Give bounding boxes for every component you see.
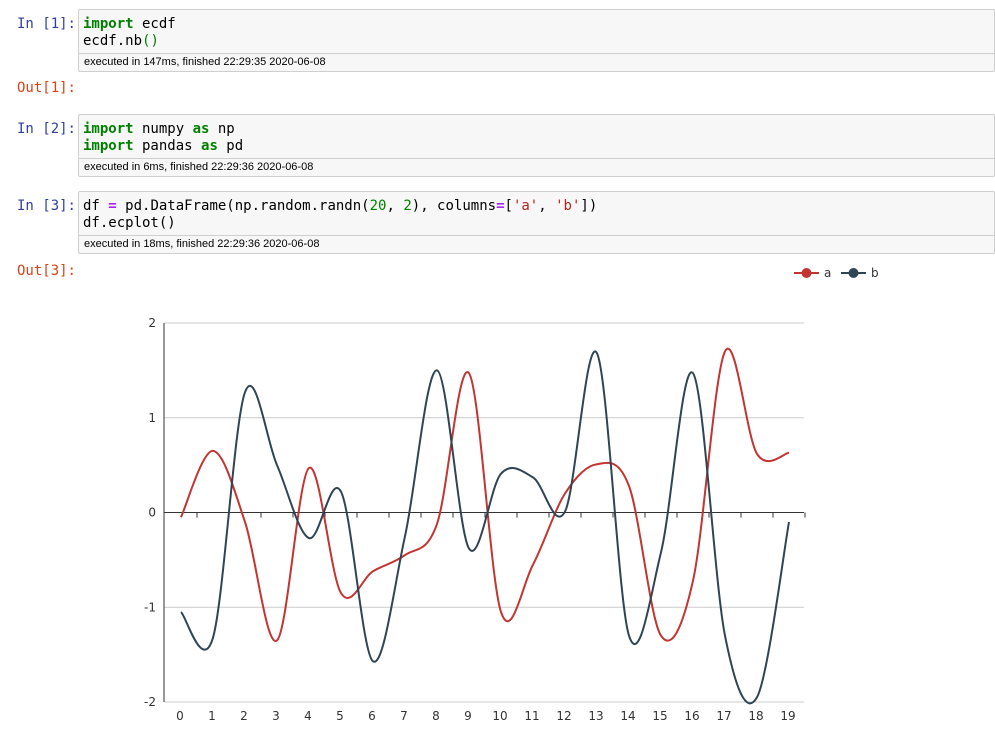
in-prompt-1: In [1]: [16, 16, 76, 32]
code-cell-3[interactable]: df = pd.DataFrame(np.random.randn(20, 2)… [78, 191, 995, 254]
code-cell-2[interactable]: import numpy as np import pandas as pd ex… [78, 114, 995, 177]
in-prompt-2: In [2]: [16, 121, 76, 137]
code-token: 'a' [512, 198, 539, 214]
code-token: ]) [580, 198, 598, 214]
y-tick-label: -2 [144, 695, 156, 709]
code-token: df [83, 198, 109, 214]
x-tick-label: 3 [272, 709, 280, 723]
x-tick-label: 8 [432, 709, 440, 723]
x-tick-label: 5 [336, 709, 344, 723]
code-token: () [142, 33, 159, 49]
x-tick-label: 12 [556, 709, 571, 723]
code-line: import ecdf [83, 16, 994, 33]
code-token: 20 [369, 198, 387, 214]
code-token: as [201, 138, 218, 154]
x-tick-label: 18 [748, 709, 763, 723]
x-tick-label: 16 [684, 709, 699, 723]
code-token: df.ecplot() [83, 215, 176, 231]
out-prompt-1: Out[1]: [16, 80, 76, 96]
x-tick-label: 4 [304, 709, 312, 723]
x-tick-label: 1 [208, 709, 216, 723]
series-line-b [180, 350, 790, 705]
code-line: df = pd.DataFrame(np.random.randn(20, 2)… [83, 198, 994, 215]
ecdf-line-chart: -2-10120 1 2 3 4 5 6 7 8 9 10 11 12 13 14 15 16 17 18 19 ab [144, 266, 879, 723]
x-tick-label: 17 [716, 709, 731, 723]
code-token: pandas [133, 138, 202, 154]
code-token: import [83, 138, 134, 154]
x-tick-label: 6 [368, 709, 376, 723]
code-line: import numpy as np [83, 121, 994, 138]
code-token: ), columns [411, 198, 497, 214]
execution-time-3: executed in 18ms, finished 22:29:36 2020… [79, 235, 994, 253]
x-tick-label: 15 [652, 709, 667, 723]
code-token: import [83, 121, 134, 137]
code-token: , [538, 198, 556, 214]
code-token: pd.DataFrame(np.random.randn( [116, 198, 370, 214]
y-tick-label: -1 [144, 600, 156, 614]
code-token: = [108, 198, 117, 214]
execution-time-2: executed in 6ms, finished 22:29:36 2020-… [79, 158, 994, 176]
x-tick-label: 14 [620, 709, 635, 723]
legend-label-a: a [824, 266, 831, 280]
code-token: ecdf.nb [83, 33, 143, 49]
x-tick-label: 19 [780, 709, 795, 723]
code-token: ecdf [133, 16, 176, 32]
code-editor-2[interactable]: import numpy as np import pandas as pd [79, 115, 994, 158]
code-editor-1[interactable]: import ecdf ecdf.nb() [79, 10, 994, 53]
y-tick-label: 0 [148, 506, 156, 520]
x-tick-label: 10 [492, 709, 507, 723]
x-tick-label: 11 [524, 709, 539, 723]
code-line: df.ecplot() [83, 215, 994, 232]
x-tick-label: 2 [240, 709, 248, 723]
code-editor-3[interactable]: df = pd.DataFrame(np.random.randn(20, 2)… [79, 192, 994, 235]
in-prompt-3: In [3]: [16, 198, 76, 214]
code-token: = [496, 198, 505, 214]
code-cell-1[interactable]: import ecdf ecdf.nb() executed in 147ms, … [78, 9, 995, 72]
code-line: ecdf.nb() [83, 33, 994, 50]
code-token: , [386, 198, 404, 214]
x-tick-label: 0 [176, 709, 184, 723]
code-line: import pandas as pd [83, 138, 994, 155]
x-tick-label: 7 [400, 709, 408, 723]
code-token: import [83, 16, 134, 32]
code-token: np [209, 121, 235, 137]
x-tick-label: 9 [464, 709, 472, 723]
y-tick-label: 1 [148, 411, 156, 425]
code-token: as [192, 121, 210, 137]
x-tick-label: 13 [588, 709, 603, 723]
legend-marker-a [801, 268, 812, 278]
execution-time-1: executed in 147ms, finished 22:29:35 202… [79, 53, 994, 71]
legend-label-b: b [871, 266, 879, 280]
code-token: pd [217, 138, 244, 154]
legend-marker-b [848, 268, 859, 278]
code-token: 2 [403, 198, 412, 214]
code-token: [ [504, 198, 513, 214]
y-tick-label: 2 [148, 316, 156, 330]
code-token: numpy [133, 121, 193, 137]
code-token: 'b' [555, 198, 581, 214]
